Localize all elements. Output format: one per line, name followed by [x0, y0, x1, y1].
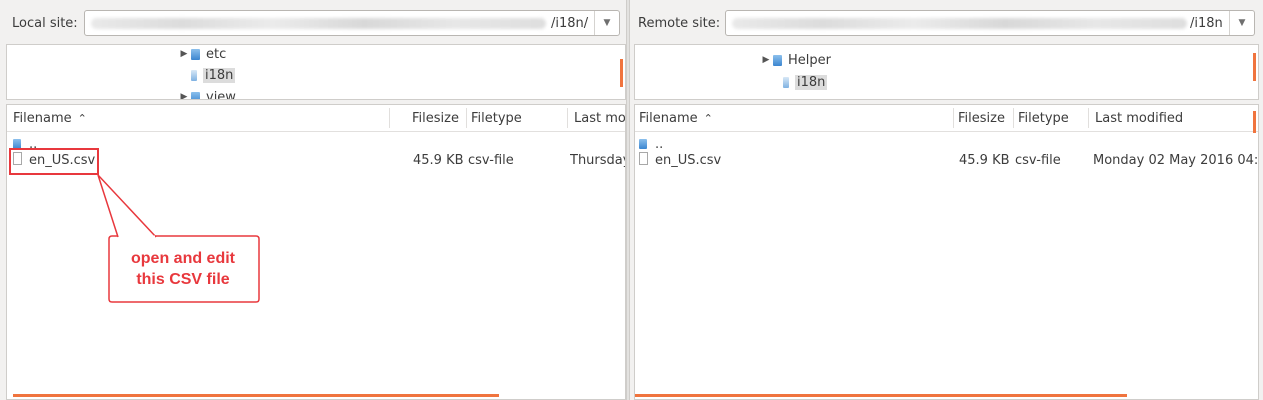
folder-icon [639, 139, 647, 149]
file-type: csv-file [1015, 153, 1061, 168]
file-size: 45.9 KB [959, 153, 1010, 168]
remote-site-combo[interactable]: /i18n ▼ [725, 10, 1255, 36]
column-last-modified[interactable]: Last mo [574, 105, 625, 131]
tree-scrollbar[interactable] [1253, 53, 1256, 81]
list-item-file[interactable]: en_US.csv 45.9 KB csv-file Monday 02 May… [635, 151, 1258, 171]
remote-pane: Remote site: /i18n ▼ ▶ Helper i18n Filen… [630, 0, 1263, 400]
horizontal-scrollbar[interactable] [13, 394, 499, 397]
chevron-down-icon[interactable]: ▼ [594, 11, 619, 35]
folder-icon [773, 54, 782, 66]
file-modified: Monday 02 May 2016 04:15 [1093, 153, 1258, 168]
remote-file-list[interactable]: Filename ⌃ Filesize Filetype Last modifie… [634, 104, 1259, 400]
remote-directory-tree[interactable]: ▶ Helper i18n [634, 44, 1259, 100]
local-path-text: /i18n/ [551, 16, 589, 31]
tree-item-i18n[interactable]: i18n [783, 73, 828, 91]
file-size: 45.9 KB [413, 153, 464, 168]
annotation-line-2: this CSV file [136, 271, 230, 288]
remote-site-bar: Remote site: /i18n ▼ [630, 0, 1263, 44]
chevron-up-icon: ⌃ [703, 112, 713, 125]
tree-item-label: Helper [788, 52, 831, 68]
remote-site-label: Remote site: [638, 16, 721, 31]
remote-path-text: /i18n [1190, 16, 1223, 31]
column-filesize[interactable]: Filesize [412, 105, 466, 131]
file-modified: Thursday [570, 153, 626, 168]
expand-arrow-icon[interactable]: ▶ [759, 55, 773, 65]
column-last-modified[interactable]: Last modified [1095, 105, 1255, 131]
remote-list-header: Filename ⌃ Filesize Filetype Last modifie… [635, 105, 1258, 132]
column-filetype[interactable]: Filetype [471, 105, 561, 131]
remote-path-redacted [732, 18, 1187, 29]
annotation-text: open and edit this CSV file [108, 236, 258, 302]
tree-scrollbar[interactable] [620, 59, 623, 87]
tree-item-helper[interactable]: ▶ Helper [759, 51, 831, 69]
chevron-down-icon[interactable]: ▼ [1229, 11, 1254, 35]
column-filename[interactable]: Filename ⌃ [639, 105, 939, 131]
column-filesize[interactable]: Filesize [958, 105, 1012, 131]
vertical-scrollbar[interactable] [1253, 111, 1256, 133]
tree-item-label: i18n [795, 74, 828, 90]
column-label: Filename [639, 111, 698, 126]
folder-open-icon [783, 76, 789, 88]
annotation-line-1: open and edit [131, 250, 235, 267]
file-icon [639, 152, 648, 165]
file-name: en_US.csv [655, 153, 722, 168]
file-type: csv-file [468, 153, 514, 168]
horizontal-scrollbar[interactable] [635, 394, 1127, 397]
column-filetype[interactable]: Filetype [1018, 105, 1088, 131]
